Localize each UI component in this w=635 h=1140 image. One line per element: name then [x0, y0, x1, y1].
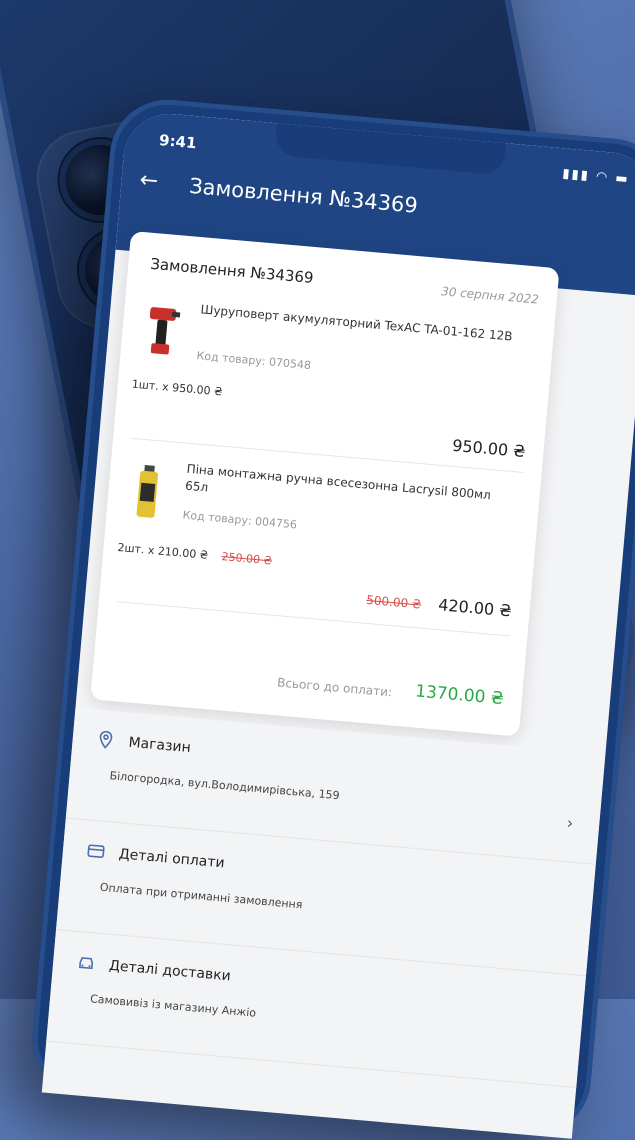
item-name[interactable]: Шуруповерт акумуляторний TexAC TA-01-162…	[200, 301, 530, 347]
store-title: Магазин	[127, 734, 192, 757]
item-total-value: 950.00 ₴	[451, 435, 527, 462]
order-card: Замовлення №34369 30 серпня 2022 Шурупов…	[90, 230, 560, 737]
total-value: 1370.00 ₴	[414, 681, 505, 710]
phone-screen: 9:41 ▮▮▮ ◠ ▬ ← Замовлення №34369 Замовле…	[41, 110, 635, 1139]
payment-method: Оплата при отриманні замовлення	[99, 880, 303, 912]
location-pin-icon	[96, 730, 116, 750]
item-total: 950.00 ₴	[451, 436, 526, 461]
status-time: 9:41	[158, 131, 198, 153]
item-old-unit-price: 250.00 ₴	[221, 550, 273, 568]
item-total-value: 420.00 ₴	[437, 595, 513, 621]
item-code: Код товару: 070548	[196, 349, 312, 373]
total-label: Всього до оплати:	[276, 675, 393, 700]
front-phone: 9:41 ▮▮▮ ◠ ▬ ← Замовлення №34369 Замовле…	[27, 95, 635, 1140]
item-total: 500.00 ₴ 420.00 ₴	[366, 589, 513, 621]
credit-card-icon	[86, 841, 106, 861]
notch	[274, 121, 507, 176]
item-code: Код товару: 004756	[182, 508, 298, 532]
battery-icon: ▬	[614, 170, 631, 188]
item-old-total: 500.00 ₴	[365, 592, 422, 612]
foam-product-image	[136, 465, 159, 518]
car-icon	[77, 953, 97, 973]
item-qty-price: 2шт. x 210.00 ₴ 250.00 ₴	[117, 541, 273, 567]
order-title: Замовлення №34369	[149, 254, 315, 287]
page-title: Замовлення №34369	[188, 173, 419, 218]
status-icons: ▮▮▮ ◠ ▬	[562, 166, 630, 187]
item-qty-price: 1шт. x 950.00 ₴	[131, 377, 224, 399]
store-address: Білогородка, вул.Володимирівська, 159	[109, 769, 341, 803]
delivery-title: Деталі доставки	[108, 957, 232, 985]
wifi-icon: ◠	[595, 169, 610, 186]
back-arrow-icon[interactable]: ←	[139, 168, 160, 195]
payment-title: Деталі оплати	[118, 846, 226, 872]
drill-product-image	[149, 307, 181, 355]
signal-icon: ▮▮▮	[561, 166, 591, 184]
item-qty-text: 2шт. x 210.00 ₴	[117, 540, 209, 562]
delivery-method: Самовивіз із магазину Анжіо	[89, 992, 257, 1020]
order-date: 30 серпня 2022	[440, 284, 540, 307]
chevron-right-icon[interactable]: ›	[566, 813, 574, 832]
